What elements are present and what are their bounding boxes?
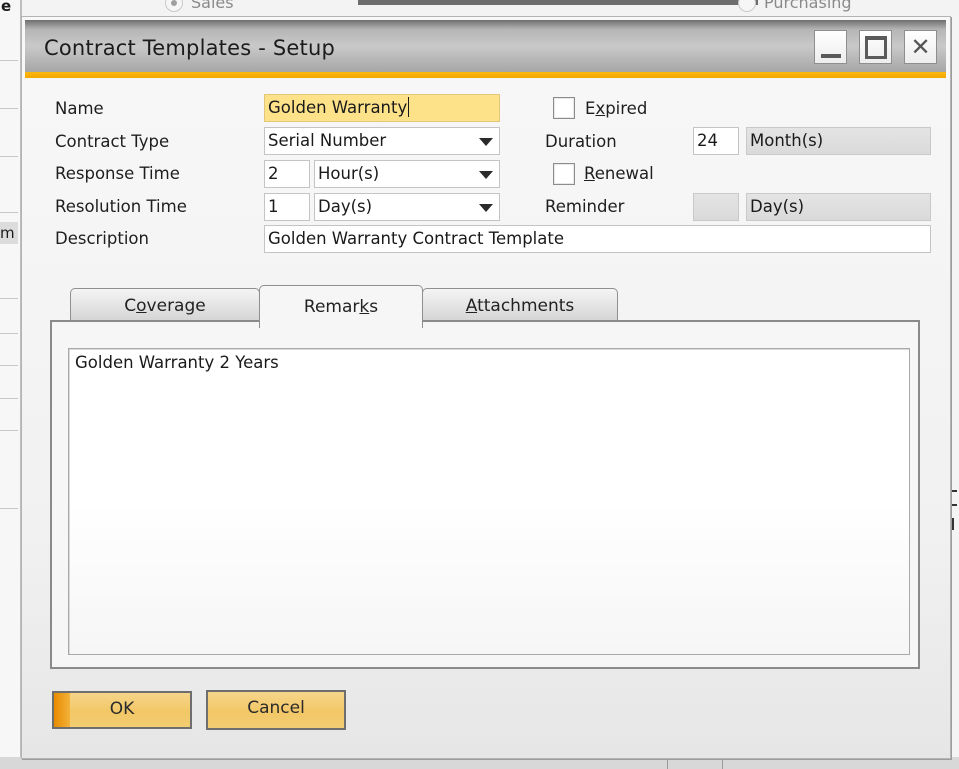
dialog-title: Contract Templates - Setup (44, 36, 336, 60)
background-row-divider (0, 212, 18, 213)
expired-checkbox[interactable] (553, 97, 575, 119)
renewal-checkbox[interactable] (553, 163, 575, 185)
background-row-divider (0, 365, 18, 366)
resolution-time-unit-value: Day(s) (318, 197, 373, 216)
duration-label: Duration (545, 132, 617, 151)
response-time-unit-select[interactable]: Hour(s) (314, 160, 500, 188)
ok-button[interactable]: OK (52, 691, 192, 729)
background-radio-sales[interactable]: Sales (165, 0, 234, 12)
renewal-label: Renewal (584, 164, 654, 183)
cancel-button[interactable]: Cancel (206, 690, 346, 730)
reminder-unit-value: Day(s) (750, 197, 805, 216)
background-row-divider (0, 333, 18, 334)
description-input[interactable]: Golden Warranty Contract Template (264, 225, 931, 253)
name-input[interactable]: Golden Warranty (264, 94, 500, 122)
response-time-unit-value: Hour(s) (318, 164, 380, 183)
minimize-icon (820, 54, 841, 58)
background-radio-purchasing-label: Purchasing (764, 0, 852, 12)
expired-label: Expired (585, 99, 648, 118)
radio-selected-icon (165, 0, 183, 12)
dropdown-arrow-icon (479, 204, 493, 212)
resolution-time-label: Resolution Time (55, 197, 187, 216)
background-column-header-fragment: m (0, 222, 18, 244)
background-row-divider (0, 156, 18, 157)
resolution-time-input[interactable]: 1 (264, 193, 310, 221)
resolution-time-unit-select[interactable]: Day(s) (314, 193, 500, 221)
tab-remarks[interactable]: Remarks (259, 285, 423, 328)
background-toolbar: Sales Purchasing (22, 0, 959, 16)
close-icon: ✕ (910, 33, 931, 61)
reminder-label: Reminder (545, 197, 625, 216)
duration-value: 24 (697, 131, 718, 150)
close-button[interactable]: ✕ (904, 30, 937, 64)
description-label: Description (55, 229, 149, 248)
background-header-fragment: e (1, 0, 12, 15)
response-time-value: 2 (268, 164, 279, 183)
duration-input[interactable]: 24 (693, 127, 739, 155)
contract-type-label: Contract Type (55, 132, 170, 151)
background-row-divider (0, 108, 18, 109)
contract-type-select[interactable]: Serial Number (264, 127, 500, 155)
title-bar[interactable]: Contract Templates - Setup ✕ (25, 20, 946, 78)
title-accent-bar (25, 72, 946, 78)
contract-templates-setup-dialog: Contract Templates - Setup ✕ Name Golden… (21, 16, 951, 759)
background-glyph (951, 490, 957, 506)
description-value: Golden Warranty Contract Template (268, 229, 565, 248)
background-row-divider (0, 60, 18, 61)
name-label: Name (55, 99, 104, 118)
text-cursor (408, 97, 410, 117)
resolution-time-value: 1 (268, 197, 279, 216)
response-time-input[interactable]: 2 (264, 160, 310, 188)
response-time-label: Response Time (55, 164, 180, 183)
background-row-divider (0, 430, 18, 431)
radio-unselected-icon (738, 0, 756, 12)
minimize-button[interactable] (814, 30, 847, 64)
maximize-button[interactable] (859, 30, 892, 64)
background-radio-purchasing[interactable]: Purchasing (738, 0, 852, 12)
background-radio-sales-label: Sales (191, 0, 234, 12)
background-list-column: e m (0, 0, 22, 769)
dropdown-arrow-icon (479, 171, 493, 179)
remarks-tab-panel: Golden Warranty 2 Years (50, 320, 920, 669)
duration-unit-value: Month(s) (750, 131, 824, 150)
background-glyph (952, 518, 954, 530)
background-dark-bar (358, 0, 758, 5)
background-row-divider (0, 398, 18, 399)
remarks-textarea[interactable]: Golden Warranty 2 Years (68, 348, 910, 655)
background-row-divider (0, 508, 18, 509)
duration-unit-field: Month(s) (746, 127, 931, 155)
reminder-unit-field: Day(s) (746, 193, 931, 221)
maximize-icon (864, 35, 887, 59)
reminder-input (693, 193, 739, 221)
dropdown-arrow-icon (479, 138, 493, 146)
background-row-divider (0, 298, 18, 299)
contract-type-value: Serial Number (268, 131, 387, 150)
name-input-value: Golden Warranty (268, 98, 408, 117)
